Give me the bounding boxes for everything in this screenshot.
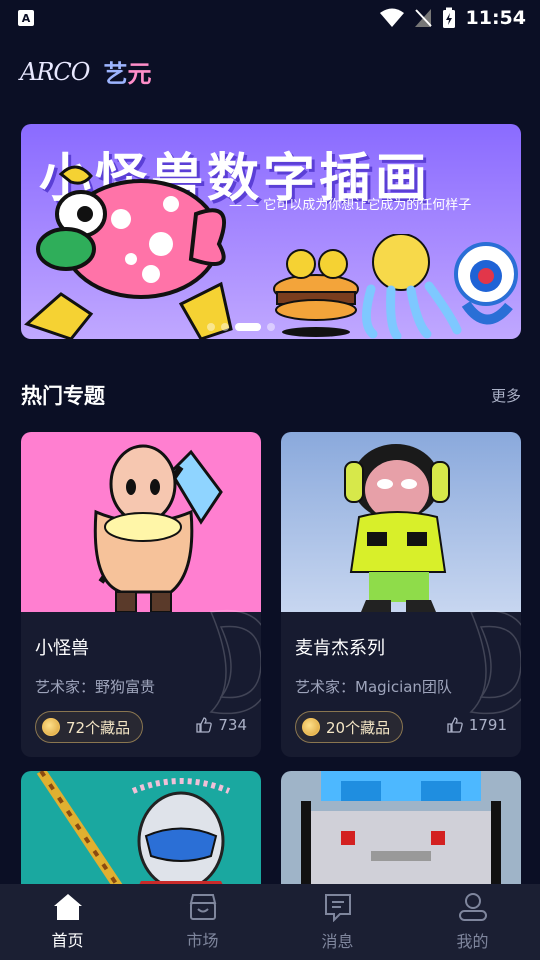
tab-label: 我的 <box>456 932 489 951</box>
collection-count-badge: 72个藏品 <box>35 711 144 743</box>
like-counter[interactable]: 1791 <box>447 716 507 734</box>
section-title: 热门专题 <box>21 384 105 408</box>
tab-label: 消息 <box>321 932 354 951</box>
tab-messages[interactable]: 消息 <box>288 892 388 952</box>
card-decoration <box>209 609 261 715</box>
coin-icon <box>42 718 60 736</box>
topic-card-partial[interactable] <box>21 771 261 901</box>
app-logo: ARCO 艺元 <box>20 54 151 89</box>
monkey-king-artwork <box>36 771 231 901</box>
app-notification-icon: A <box>18 10 34 26</box>
collection-count-badge: 20个藏品 <box>295 711 404 743</box>
logo-text-cn-2: 元 <box>127 60 152 88</box>
status-time: 11:54 <box>465 7 526 29</box>
battery-charging-icon <box>442 7 455 28</box>
tab-market[interactable]: 市场 <box>153 893 253 951</box>
carousel-dot[interactable] <box>207 323 215 331</box>
thumbs-up-icon <box>196 717 213 733</box>
logo-text-cn-1: 艺 <box>103 60 128 88</box>
logo-text-en: ARCO <box>20 57 90 86</box>
card-image <box>281 432 521 612</box>
like-counter[interactable]: 734 <box>196 716 247 734</box>
character-artwork <box>344 444 450 612</box>
carousel-dot-active[interactable] <box>235 323 261 331</box>
tab-profile[interactable]: 我的 <box>423 892 523 952</box>
card-title: 小怪兽 <box>35 638 89 659</box>
market-icon <box>189 894 216 920</box>
topic-card-partial[interactable] <box>281 771 521 901</box>
banner-subtitle: — — 它可以成为你想让它成为的任何样子 <box>229 198 472 213</box>
no-signal-icon <box>414 9 432 27</box>
card-title: 麦肯杰系列 <box>295 638 385 659</box>
tab-label: 首页 <box>51 931 84 950</box>
carousel-dot[interactable] <box>221 323 229 331</box>
card-decoration <box>469 609 521 715</box>
banner-carousel[interactable]: 小怪兽数字插画 — — 它可以成为你想让它成为的任何样子 <box>21 124 521 339</box>
wifi-icon <box>379 8 404 27</box>
card-image <box>21 432 261 612</box>
hot-topics-header: 热门专题 更多 <box>21 380 521 410</box>
collection-count: 72个藏品 <box>66 718 131 737</box>
characters-illustration <box>273 234 518 339</box>
collection-count: 20个藏品 <box>326 718 391 737</box>
profile-icon <box>458 893 487 921</box>
topic-card[interactable]: 小怪兽 艺术家：野狗富贵 72个藏品 734 <box>21 432 261 757</box>
thumbs-up-icon <box>447 717 463 733</box>
tab-label: 市场 <box>186 931 219 950</box>
topic-card[interactable]: 麦肯杰系列 艺术家：Magician团队 20个藏品 1791 <box>281 432 521 757</box>
like-count: 1791 <box>468 716 507 734</box>
like-count: 734 <box>218 716 247 734</box>
carousel-indicator <box>207 323 275 331</box>
message-icon <box>324 894 351 922</box>
bottom-tab-bar: 首页 市场 消息 我的 <box>0 884 540 960</box>
pixel-art-artwork <box>301 771 501 901</box>
more-link[interactable]: 更多 <box>491 385 521 406</box>
home-icon <box>53 894 82 920</box>
coin-icon <box>302 718 320 736</box>
fish-monster-illustration <box>24 165 233 339</box>
tab-home[interactable]: 首页 <box>18 893 118 951</box>
status-bar: A 11:54 <box>0 0 540 36</box>
carousel-dot[interactable] <box>267 323 275 331</box>
card-artist: 艺术家：野狗富贵 <box>35 678 156 696</box>
card-artist: 艺术家：Magician团队 <box>295 678 452 696</box>
monster-artwork <box>93 444 223 612</box>
